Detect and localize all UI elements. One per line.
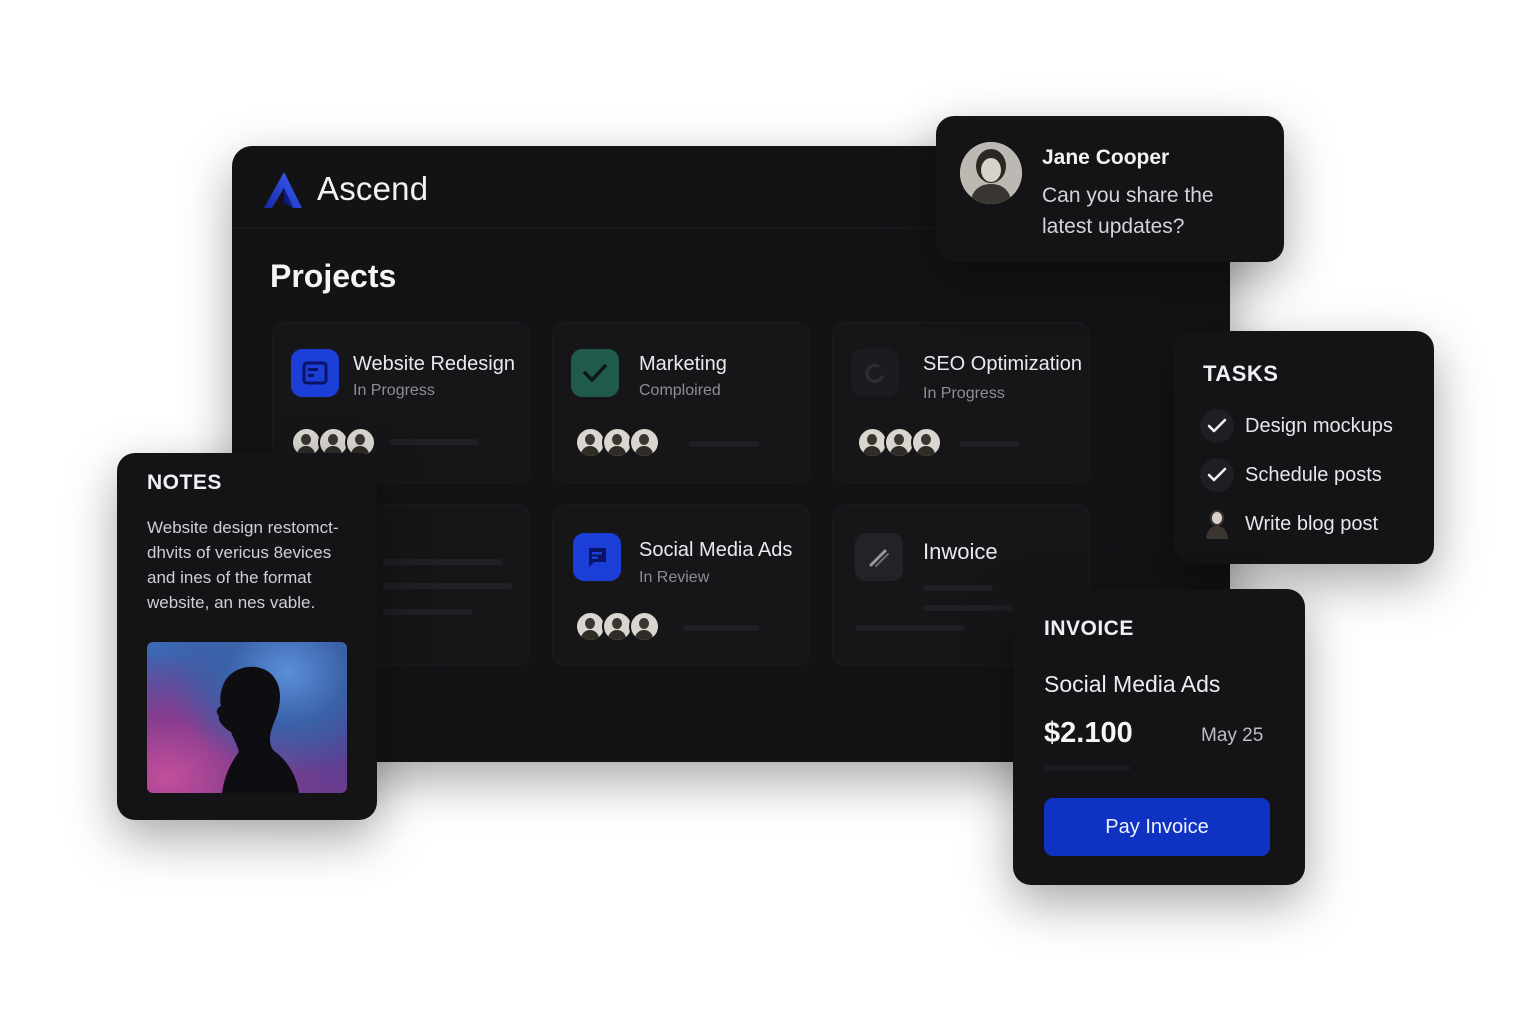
chat-bubble-icon: [573, 533, 621, 581]
placeholder-bar: [923, 605, 1023, 611]
chat-sender-name: Jane Cooper: [1042, 146, 1170, 169]
progress-bar: [959, 441, 1019, 447]
project-title: Website Redesign: [353, 353, 515, 375]
placeholder-bar: [855, 625, 965, 631]
pay-invoice-button[interactable]: Pay Invoice: [1044, 798, 1270, 856]
project-title: Social Media Ads: [639, 539, 793, 561]
notes-card: NOTES Website design restomct-dhvits of …: [117, 453, 377, 820]
person-icon: [1200, 507, 1234, 541]
project-status: In Review: [639, 569, 710, 586]
placeholder-bar: [923, 585, 993, 591]
chat-message-text: Can you share the latest updates?: [1042, 184, 1214, 238]
project-title: SEO Optimization: [923, 353, 1082, 375]
check-icon[interactable]: [1200, 409, 1234, 443]
tasks-card: TASKS Design mockups Schedule posts Writ…: [1174, 331, 1434, 564]
avatar: [629, 611, 660, 642]
avatar: [960, 142, 1022, 204]
pencil-icon: [855, 533, 903, 581]
project-card-social-media-ads[interactable]: Social Media Ads In Review: [552, 504, 810, 666]
team-avatars: [857, 427, 942, 458]
avatar: [629, 427, 660, 458]
progress-bar: [683, 625, 759, 631]
progress-bar: [689, 441, 759, 447]
invoice-date: May 25: [1201, 725, 1264, 746]
task-label: Schedule posts: [1245, 464, 1382, 486]
page-title: Projects: [270, 258, 397, 294]
team-avatars: [575, 611, 660, 642]
invoice-card: INVOICE Social Media Ads $2.100 May 25 P…: [1013, 589, 1305, 885]
checkmark-icon: [571, 349, 619, 397]
layout-icon: [291, 349, 339, 397]
placeholder-bar: [383, 609, 473, 615]
project-card-seo-optimization[interactable]: SEO Optimization In Progress: [832, 322, 1090, 484]
project-title: Inwoice: [923, 539, 998, 564]
progress-bar: [389, 439, 479, 445]
placeholder-bar: [383, 559, 503, 565]
silhouette-image: [147, 642, 347, 793]
invoice-title: INVOICE: [1044, 617, 1134, 640]
project-title: Marketing: [639, 353, 727, 375]
project-status: In Progress: [923, 385, 1005, 402]
project-status: Comploired: [639, 382, 721, 399]
invoice-project: Social Media Ads: [1044, 671, 1221, 697]
placeholder-bar: [1044, 765, 1130, 771]
app-name: Ascend: [317, 170, 429, 207]
placeholder-bar: [383, 583, 513, 589]
team-avatars: [575, 427, 660, 458]
check-icon[interactable]: [1200, 458, 1234, 492]
ascend-logo-icon: [264, 172, 302, 208]
notes-body: Website design restomct-dhvits of vericu…: [147, 518, 339, 612]
notes-title: NOTES: [147, 471, 222, 494]
chat-message-card[interactable]: Jane Cooper Can you share the latest upd…: [936, 116, 1284, 262]
tasks-title: TASKS: [1203, 361, 1279, 386]
project-card-marketing[interactable]: Marketing Comploired: [552, 322, 810, 484]
task-label: Write blog post: [1245, 513, 1379, 535]
refresh-icon: [851, 349, 899, 397]
task-label: Design mockups: [1245, 415, 1393, 437]
avatar: [911, 427, 942, 458]
invoice-amount: $2.100: [1044, 717, 1133, 749]
project-status: In Progress: [353, 382, 435, 399]
